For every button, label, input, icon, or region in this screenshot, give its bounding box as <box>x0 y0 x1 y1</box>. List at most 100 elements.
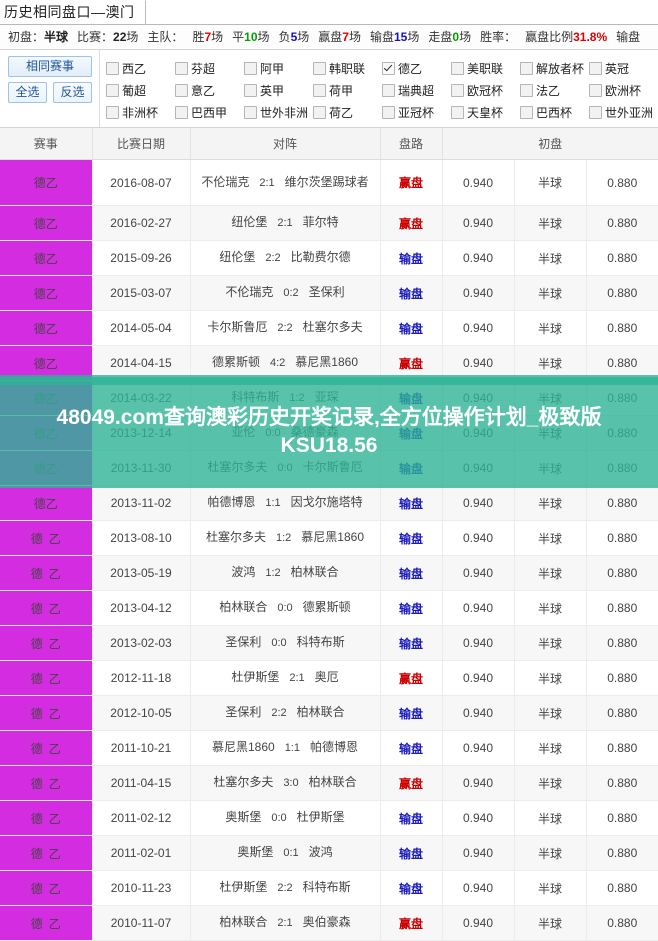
checkbox-icon[interactable] <box>175 83 188 97</box>
league-checkbox-label: 欧冠杯 <box>467 83 504 98</box>
checkbox-icon[interactable] <box>244 105 257 119</box>
checkbox-icon[interactable] <box>451 105 464 119</box>
table-row[interactable]: 德乙 2011-10-21 慕尼黑1860 1:1 帕德博恩 输盘 0.940 半球 0.880 <box>0 730 658 766</box>
checkbox-icon[interactable] <box>106 61 119 75</box>
table-row[interactable]: 德乙 2016-02-27 纽伦堡 2:1 菲尔特 赢盘 0.940 半球 0.880 <box>0 205 658 241</box>
league-checkbox-1[interactable]: 芬超 <box>175 60 244 77</box>
checkbox-icon[interactable] <box>313 61 326 75</box>
league-checkbox-22[interactable]: 巴西杯 <box>520 104 589 121</box>
column-header-date[interactable]: 比赛日期 <box>92 128 191 160</box>
checkbox-icon[interactable] <box>313 105 326 119</box>
table-row[interactable]: 德乙 2015-09-26 纽伦堡 2:2 比勒费尔德 输盘 0.940 半球 0.880 <box>0 240 658 276</box>
checkbox-icon[interactable] <box>106 83 119 97</box>
cell-league: 德乙 <box>0 730 93 766</box>
league-checkbox-6[interactable]: 解放者杯 <box>520 60 589 77</box>
window-tab-title[interactable]: 历史相同盘口—澳门 <box>0 0 146 24</box>
checkbox-icon[interactable] <box>520 83 533 97</box>
invert-selection-button[interactable]: 反选 <box>53 82 92 103</box>
league-checkbox-18[interactable]: 世外非洲 <box>244 104 313 121</box>
league-checkbox-15[interactable]: 欧洲杯 <box>589 82 658 99</box>
checkbox-icon[interactable] <box>175 61 188 75</box>
column-header-result[interactable]: 盘路 <box>380 128 443 160</box>
league-checkbox-11[interactable]: 荷甲 <box>313 82 382 99</box>
league-checkbox-7[interactable]: 英冠 <box>589 60 658 77</box>
table-row[interactable]: 德乙 2013-05-19 波鸿 1:2 柏林联合 输盘 0.940 半球 0.880 <box>0 555 658 591</box>
league-checkbox-3[interactable]: 韩职联 <box>313 60 382 77</box>
checkbox-icon[interactable] <box>244 61 257 75</box>
table-row[interactable]: 德乙 2013-08-10 杜塞尔多夫 1:2 慕尼黑1860 输盘 0.940 半球 0.88… <box>0 520 658 556</box>
checkbox-icon[interactable] <box>313 83 326 97</box>
league-checkbox-label: 芬超 <box>191 61 216 76</box>
result-badge: 输盘 <box>398 846 423 861</box>
stat-unit: 场 <box>126 30 139 44</box>
cell-home-odds: 0.940 <box>442 275 515 311</box>
checkbox-icon[interactable] <box>520 105 533 119</box>
table-row[interactable]: 德乙 2013-04-12 柏林联合 0:0 德累斯顿 输盘 0.940 半球 0.880 <box>0 590 658 626</box>
league-checkbox-20[interactable]: 亚冠杯 <box>382 104 451 121</box>
league-checkbox-2[interactable]: 阿甲 <box>244 60 313 77</box>
league-checkbox-9[interactable]: 意乙 <box>175 82 244 99</box>
table-row[interactable]: 德乙 2016-08-07 不伦瑞克 2:1 维尔茨堡踢球者 赢盘 0.940 半球 0.880 <box>0 159 658 206</box>
cell-date: 2012-11-18 <box>92 660 191 696</box>
league-checkbox-19[interactable]: 荷乙 <box>313 104 382 121</box>
column-header-matchup[interactable]: 对阵 <box>190 128 381 160</box>
league-checkbox-5[interactable]: 美职联 <box>451 60 520 77</box>
table-row[interactable]: 德乙 2011-02-01 奥斯堡 0:1 波鸿 输盘 0.940 半球 0.880 <box>0 835 658 871</box>
table-row[interactable]: 德乙 2011-02-12 奥斯堡 0:0 杜伊斯堡 输盘 0.940 半球 0.880 <box>0 800 658 836</box>
result-badge: 输盘 <box>398 706 423 721</box>
league-checkbox-21[interactable]: 天皇杯 <box>451 104 520 121</box>
checkbox-icon[interactable] <box>382 105 395 119</box>
league-checkbox-16[interactable]: 非洲杯 <box>106 104 175 121</box>
table-row[interactable]: 德乙 2012-10-05 圣保利 2:2 柏林联合 输盘 0.940 半球 0.880 <box>0 695 658 731</box>
checkbox-icon[interactable] <box>382 61 395 75</box>
table-row[interactable]: 德乙 2010-11-07 柏林联合 2:1 奥伯豪森 赢盘 0.940 半球 0.880 <box>0 905 658 941</box>
stat-item-2: 主队： <box>147 30 183 44</box>
cell-away-odds: 0.880 <box>586 205 658 241</box>
same-league-button[interactable]: 相同赛事 <box>8 56 92 77</box>
table-row[interactable]: 德乙 2014-05-04 卡尔斯鲁厄 2:2 杜塞尔多夫 输盘 0.940 半球 0.880 <box>0 310 658 346</box>
cell-away-odds: 0.880 <box>586 625 658 661</box>
stat-label: 主队： <box>147 30 184 44</box>
checkbox-icon[interactable] <box>520 61 533 75</box>
league-checkbox-0[interactable]: 西乙 <box>106 60 175 77</box>
league-checkbox-17[interactable]: 巴西甲 <box>175 104 244 121</box>
checkbox-icon[interactable] <box>451 83 464 97</box>
table-header-row: 赛事 比赛日期 对阵 盘路 初盘 <box>0 128 658 160</box>
league-checkbox-23[interactable]: 世外亚洲 <box>589 104 658 121</box>
league-checkbox-10[interactable]: 英甲 <box>244 82 313 99</box>
stat-label: 赢盘比例 <box>525 30 574 44</box>
checkbox-icon[interactable] <box>244 83 257 97</box>
table-row[interactable]: 德乙 2013-02-03 圣保利 0:0 科特布斯 输盘 0.940 半球 0.880 <box>0 625 658 661</box>
cell-matchup: 圣保利 2:2 柏林联合 <box>190 695 381 731</box>
league-checkbox-13[interactable]: 欧冠杯 <box>451 82 520 99</box>
checkbox-icon[interactable] <box>589 83 602 97</box>
cell-result: 输盘 <box>380 625 443 661</box>
column-header-league[interactable]: 赛事 <box>0 128 93 160</box>
cell-league: 德乙 <box>0 870 93 906</box>
select-all-button[interactable]: 全选 <box>8 82 47 103</box>
checkbox-icon[interactable] <box>589 61 602 75</box>
league-checkbox-12[interactable]: 瑞典超 <box>382 82 451 99</box>
checkbox-icon[interactable] <box>106 105 119 119</box>
column-header-initial-odds[interactable]: 初盘 <box>442 128 658 160</box>
cell-result: 输盘 <box>380 520 443 556</box>
league-checkbox-14[interactable]: 法乙 <box>520 82 589 99</box>
league-checkbox-8[interactable]: 葡超 <box>106 82 175 99</box>
table-row[interactable]: 德乙 2013-11-02 帕德博恩 1:1 因戈尔施塔特 输盘 0.940 半球 0.880 <box>0 485 658 521</box>
league-checkbox-label: 解放者杯 <box>536 61 585 76</box>
checkbox-icon[interactable] <box>451 61 464 75</box>
table-row[interactable]: 德乙 2012-11-18 杜伊斯堡 2:1 奥厄 赢盘 0.940 半球 0.880 <box>0 660 658 696</box>
table-row[interactable]: 德乙 2011-04-15 杜塞尔多夫 3:0 柏林联合 赢盘 0.940 半球 0.880 <box>0 765 658 801</box>
cell-matchup: 杜伊斯堡 2:1 奥厄 <box>190 660 381 696</box>
cell-away-odds: 0.880 <box>586 765 658 801</box>
table-row[interactable]: 德乙 2010-11-23 杜伊斯堡 2:2 科特布斯 输盘 0.940 半球 0.880 <box>0 870 658 906</box>
checkbox-icon[interactable] <box>589 105 602 119</box>
checkbox-icon[interactable] <box>175 105 188 119</box>
table-row[interactable]: 德乙 2015-03-07 不伦瑞克 0:2 圣保利 输盘 0.940 半球 0.880 <box>0 275 658 311</box>
league-checkbox-label: 非洲杯 <box>122 105 159 120</box>
checkbox-icon[interactable] <box>382 83 395 97</box>
match-score: 0:1 <box>283 847 299 859</box>
table-body: 德乙 2016-08-07 不伦瑞克 2:1 维尔茨堡踢球者 赢盘 0.940 半球 0.880… <box>0 159 658 941</box>
cell-matchup: 奥斯堡 0:1 波鸿 <box>190 835 381 871</box>
league-checkbox-4[interactable]: 德乙 <box>382 60 451 77</box>
